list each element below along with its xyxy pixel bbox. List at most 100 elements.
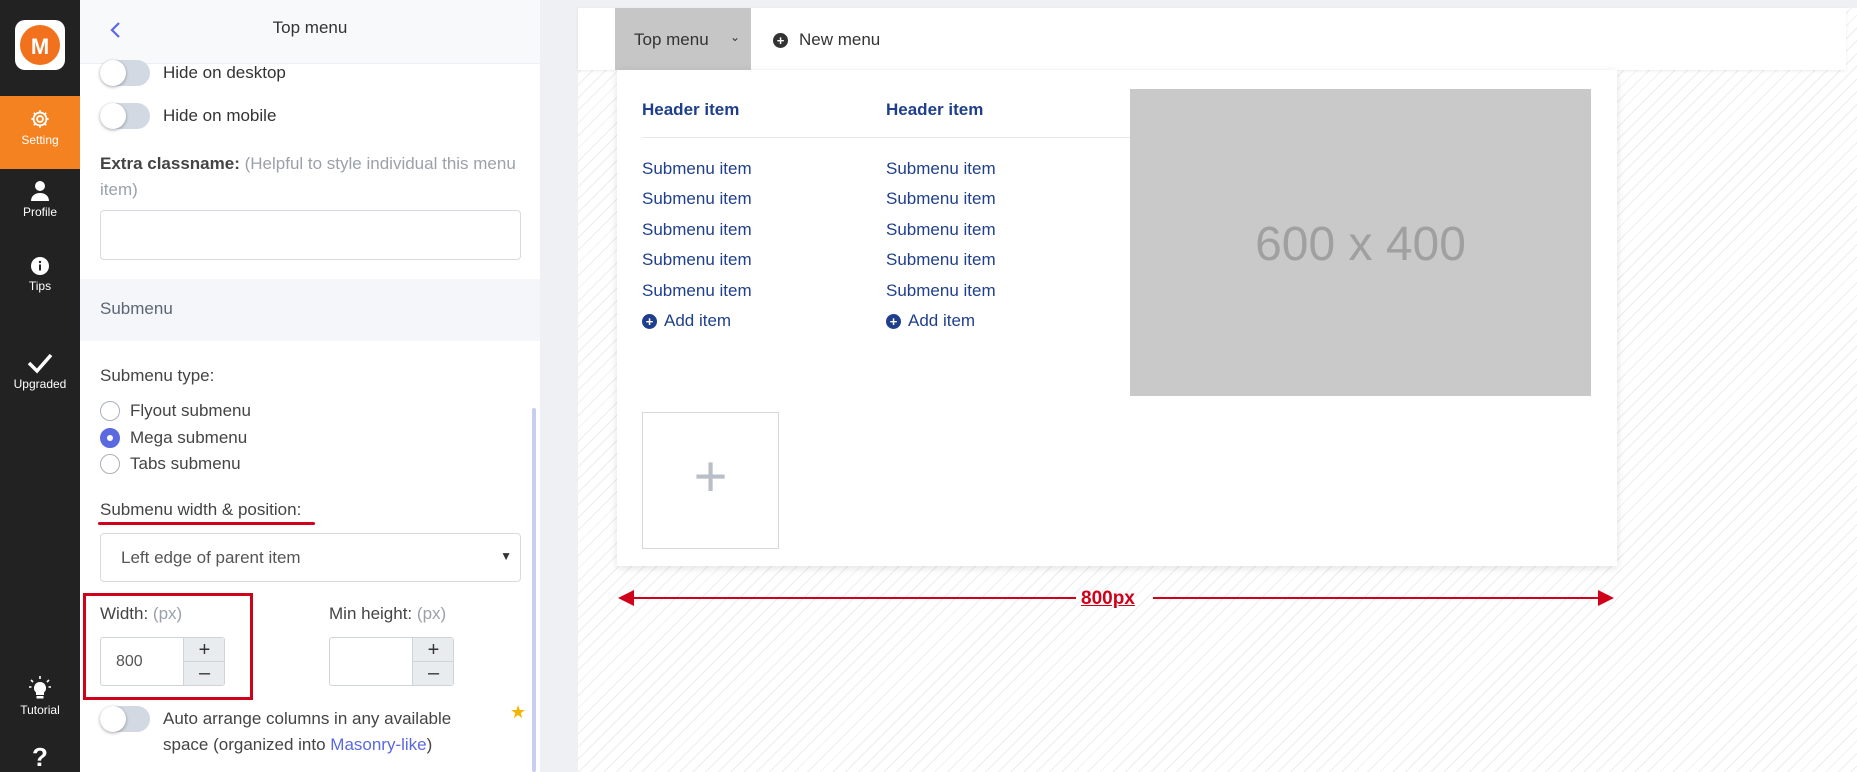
image-placeholder[interactable]: 600 x 400: [1130, 89, 1591, 396]
submenu-item[interactable]: Submenu item: [886, 250, 996, 270]
add-block-button[interactable]: +: [642, 412, 779, 549]
width-position-select[interactable]: Left edge of parent item ▼: [100, 533, 521, 582]
rail-item-upgraded[interactable]: Upgraded: [0, 352, 80, 412]
radio-button[interactable]: [100, 401, 120, 421]
menu-item-label: Top menu: [634, 30, 709, 49]
min-height-unit: (px): [416, 604, 447, 623]
auto-arrange-suffix: ): [426, 735, 433, 754]
rail-item-label: Tutorial: [20, 703, 60, 717]
width-annotation-label: 800px: [1081, 588, 1135, 609]
help-icon[interactable]: ?: [0, 742, 80, 772]
user-icon: [31, 181, 49, 201]
plus-circle-icon: +: [886, 313, 901, 329]
increment-button[interactable]: +: [184, 640, 225, 660]
add-item-button[interactable]: + Add item: [886, 311, 975, 331]
radio-mega-submenu[interactable]: Mega submenu: [100, 428, 247, 448]
auto-arrange-row: Auto arrange columns in any available sp…: [100, 706, 483, 758]
radio-label: Mega submenu: [130, 428, 248, 447]
panel-header: Top menu: [80, 0, 540, 64]
add-item-button[interactable]: + Add item: [642, 311, 731, 331]
hide-on-desktop-row: Hide on desktop: [100, 60, 286, 86]
submenu-item[interactable]: Submenu item: [642, 159, 752, 179]
rail-item-label: Setting: [21, 133, 59, 147]
extra-classname-label: Extra classname: (Helpful to style indiv…: [100, 151, 530, 203]
add-item-label: Add item: [908, 311, 976, 330]
column-header[interactable]: Header item: [886, 100, 983, 120]
rail-item-label: Tips: [28, 279, 52, 293]
submenu-item[interactable]: Submenu item: [886, 281, 996, 301]
submenu-type-label: Submenu type:: [100, 366, 215, 385]
width-label: Width: (px): [100, 604, 182, 624]
decrement-button[interactable]: –: [184, 661, 225, 683]
annotation-underline: [98, 522, 315, 525]
hide-on-desktop-label: Hide on desktop: [163, 63, 286, 82]
panel-scrollbar[interactable]: [532, 408, 536, 772]
select-value: Left edge of parent item: [121, 548, 301, 567]
radio-label: Tabs submenu: [130, 454, 241, 473]
checkmark-icon: [27, 353, 53, 374]
rail-item-tips[interactable]: Tips: [0, 256, 80, 316]
submenu-item[interactable]: Submenu item: [886, 189, 996, 209]
submenu-item[interactable]: Submenu item: [642, 220, 752, 240]
submenu-item[interactable]: Submenu item: [642, 281, 752, 301]
auto-arrange-label: Auto arrange columns in any available sp…: [163, 706, 483, 758]
help-label: ?: [32, 742, 48, 772]
caret-down-icon: ▼: [500, 549, 512, 563]
min-height-label-text: Min height:: [329, 604, 413, 623]
menu-item-new-menu[interactable]: + New menu: [773, 30, 880, 50]
increment-button[interactable]: +: [413, 640, 454, 660]
radio-flyout-submenu[interactable]: Flyout submenu: [100, 401, 251, 421]
rail-item-tutorial[interactable]: Tutorial: [0, 676, 80, 726]
radio-tabs-submenu[interactable]: Tabs submenu: [100, 454, 241, 474]
rail-item-label: Profile: [22, 205, 57, 219]
extra-classname-input[interactable]: [100, 210, 521, 260]
info-icon: [31, 257, 49, 275]
min-height-label: Min height: (px): [329, 604, 446, 624]
settings-panel: Top menu Hide on desktop Hide on mobile …: [80, 0, 540, 772]
radio-button-checked[interactable]: [100, 428, 120, 448]
submenu-item[interactable]: Submenu item: [642, 250, 752, 270]
star-icon: ★: [510, 702, 527, 722]
hide-on-mobile-toggle[interactable]: [100, 103, 150, 129]
hide-on-desktop-toggle[interactable]: [100, 60, 150, 86]
width-position-label: Submenu width & position:: [100, 500, 302, 519]
preview-menubar: Top menu ⌄ + New menu: [578, 8, 1846, 70]
stepper-buttons: + –: [183, 638, 225, 685]
submenu-section-title: Submenu: [100, 299, 173, 318]
auto-arrange-toggle[interactable]: [100, 706, 150, 732]
width-stepper[interactable]: 800 + –: [100, 637, 225, 686]
mega-submenu-panel: Header item Submenu item Submenu item Su…: [617, 70, 1617, 566]
panel-title: Top menu: [272, 18, 348, 37]
rail-item-profile[interactable]: Profile: [0, 180, 80, 240]
masonry-link[interactable]: Masonry-like: [330, 735, 426, 754]
decrement-button[interactable]: –: [413, 661, 454, 683]
logo-letter: M: [30, 34, 50, 59]
hide-on-mobile-row: Hide on mobile: [100, 103, 276, 129]
gear-icon: [31, 110, 49, 128]
app-logo[interactable]: M: [15, 20, 65, 70]
width-value[interactable]: 800: [116, 653, 143, 671]
hide-on-mobile-label: Hide on mobile: [163, 106, 277, 125]
plus-icon: +: [693, 444, 728, 509]
stepper-buttons: + –: [412, 638, 454, 685]
plus-circle-icon: +: [642, 313, 657, 329]
extra-classname-title: Extra classname:: [100, 154, 240, 173]
radio-button[interactable]: [100, 454, 120, 474]
min-height-stepper[interactable]: + –: [329, 637, 454, 686]
menu-item-label: New menu: [799, 30, 881, 49]
radio-label: Flyout submenu: [130, 401, 251, 420]
submenu-item[interactable]: Submenu item: [886, 220, 996, 240]
rail-item-label: Upgraded: [13, 377, 67, 391]
submenu-item[interactable]: Submenu item: [886, 159, 996, 179]
column-header[interactable]: Header item: [642, 100, 739, 120]
width-unit: (px): [152, 604, 183, 623]
lightbulb-icon: [29, 676, 51, 699]
rail-item-setting[interactable]: Setting: [0, 96, 80, 169]
menu-item-top-menu[interactable]: Top menu ⌄: [615, 8, 751, 70]
width-label-text: Width:: [100, 604, 149, 623]
menu-preview-area: Top menu ⌄ + New menu Header item Submen…: [540, 0, 1857, 772]
column-divider: [642, 137, 1130, 138]
logo-disc: M: [20, 25, 60, 65]
submenu-section-header[interactable]: Submenu: [80, 279, 540, 341]
submenu-item[interactable]: Submenu item: [642, 189, 752, 209]
